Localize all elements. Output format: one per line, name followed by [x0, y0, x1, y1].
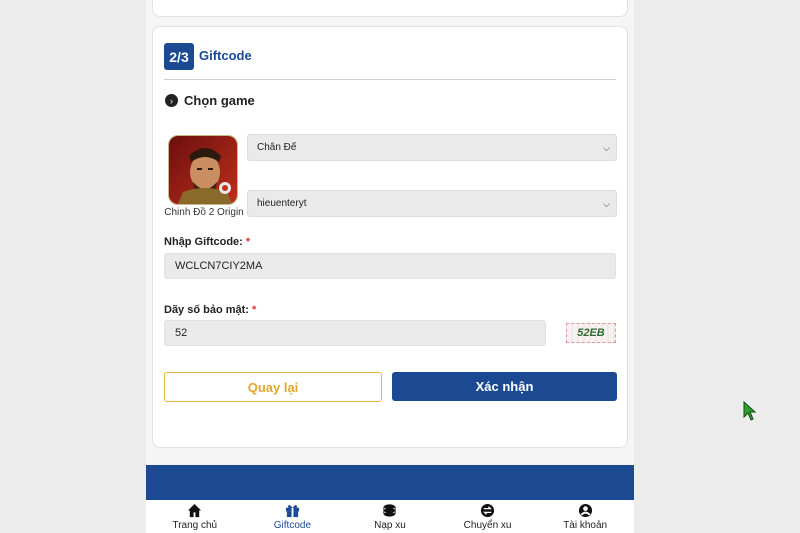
- nav-item-home[interactable]: Trang chủ: [146, 500, 244, 533]
- nav-item-topup[interactable]: Nạp xu: [341, 500, 439, 533]
- step-badge: 2/3: [164, 43, 194, 70]
- nav-item-transfer[interactable]: Chuyển xu: [439, 500, 537, 533]
- required-mark: *: [245, 236, 251, 248]
- chevron-circle-icon: ›: [165, 94, 178, 107]
- bottom-nav: Trang chủ Giftcode Nạp xu Chuyển xu Tài …: [146, 500, 634, 533]
- nav-item-giftcode[interactable]: Giftcode: [244, 500, 342, 533]
- confirm-button[interactable]: Xác nhận: [392, 372, 617, 401]
- security-input-value: 52: [175, 327, 188, 339]
- giftcode-card: 2/3 Giftcode › Chọn game Chinh Đồ 2 Orig…: [152, 26, 628, 448]
- nav-label: Giftcode: [273, 520, 312, 531]
- security-label: Dãy số bảo mật: *: [164, 304, 257, 316]
- back-button[interactable]: Quay lại: [164, 372, 382, 402]
- giftcode-label: Nhập Giftcode: *: [164, 236, 251, 248]
- gift-icon: [285, 505, 299, 518]
- choose-game-title: Chọn game: [184, 93, 255, 108]
- coins-icon: [383, 504, 397, 517]
- nav-label: Chuyển xu: [463, 520, 512, 531]
- game-name: Chinh Đồ 2 Origin: [164, 207, 244, 218]
- footer-band: [146, 465, 634, 500]
- server-select[interactable]: Chân Đế ⌵: [247, 134, 617, 161]
- chevron-down-icon: ⌵: [603, 143, 610, 153]
- app-container: 2/3 Giftcode › Chọn game Chinh Đồ 2 Orig…: [146, 0, 634, 533]
- nav-item-account[interactable]: Tài khoản: [536, 500, 634, 533]
- nav-label: Nạp xu: [374, 520, 406, 531]
- nav-label: Trang chủ: [172, 520, 218, 531]
- security-input[interactable]: 52: [164, 320, 546, 346]
- previous-card: [152, 0, 628, 17]
- captcha-image[interactable]: 52EB: [566, 323, 616, 343]
- giftcode-input[interactable]: WCLCN7CIY2MA: [164, 253, 616, 279]
- character-select-value: hieuenteryt: [257, 198, 307, 209]
- user-icon: [578, 503, 592, 518]
- chevron-down-icon: ⌵: [603, 199, 610, 209]
- mouse-cursor-icon: [743, 401, 757, 421]
- transfer-icon: [481, 503, 495, 518]
- game-icon[interactable]: [168, 135, 238, 205]
- required-mark: *: [252, 304, 257, 316]
- giftcode-input-value: WCLCN7CIY2MA: [175, 260, 263, 272]
- step-title: Giftcode: [199, 48, 252, 63]
- divider: [164, 79, 616, 80]
- server-select-value: Chân Đế: [257, 142, 297, 153]
- home-icon: [188, 503, 202, 518]
- nav-label: Tài khoản: [563, 520, 608, 531]
- character-select[interactable]: hieuenteryt ⌵: [247, 190, 617, 217]
